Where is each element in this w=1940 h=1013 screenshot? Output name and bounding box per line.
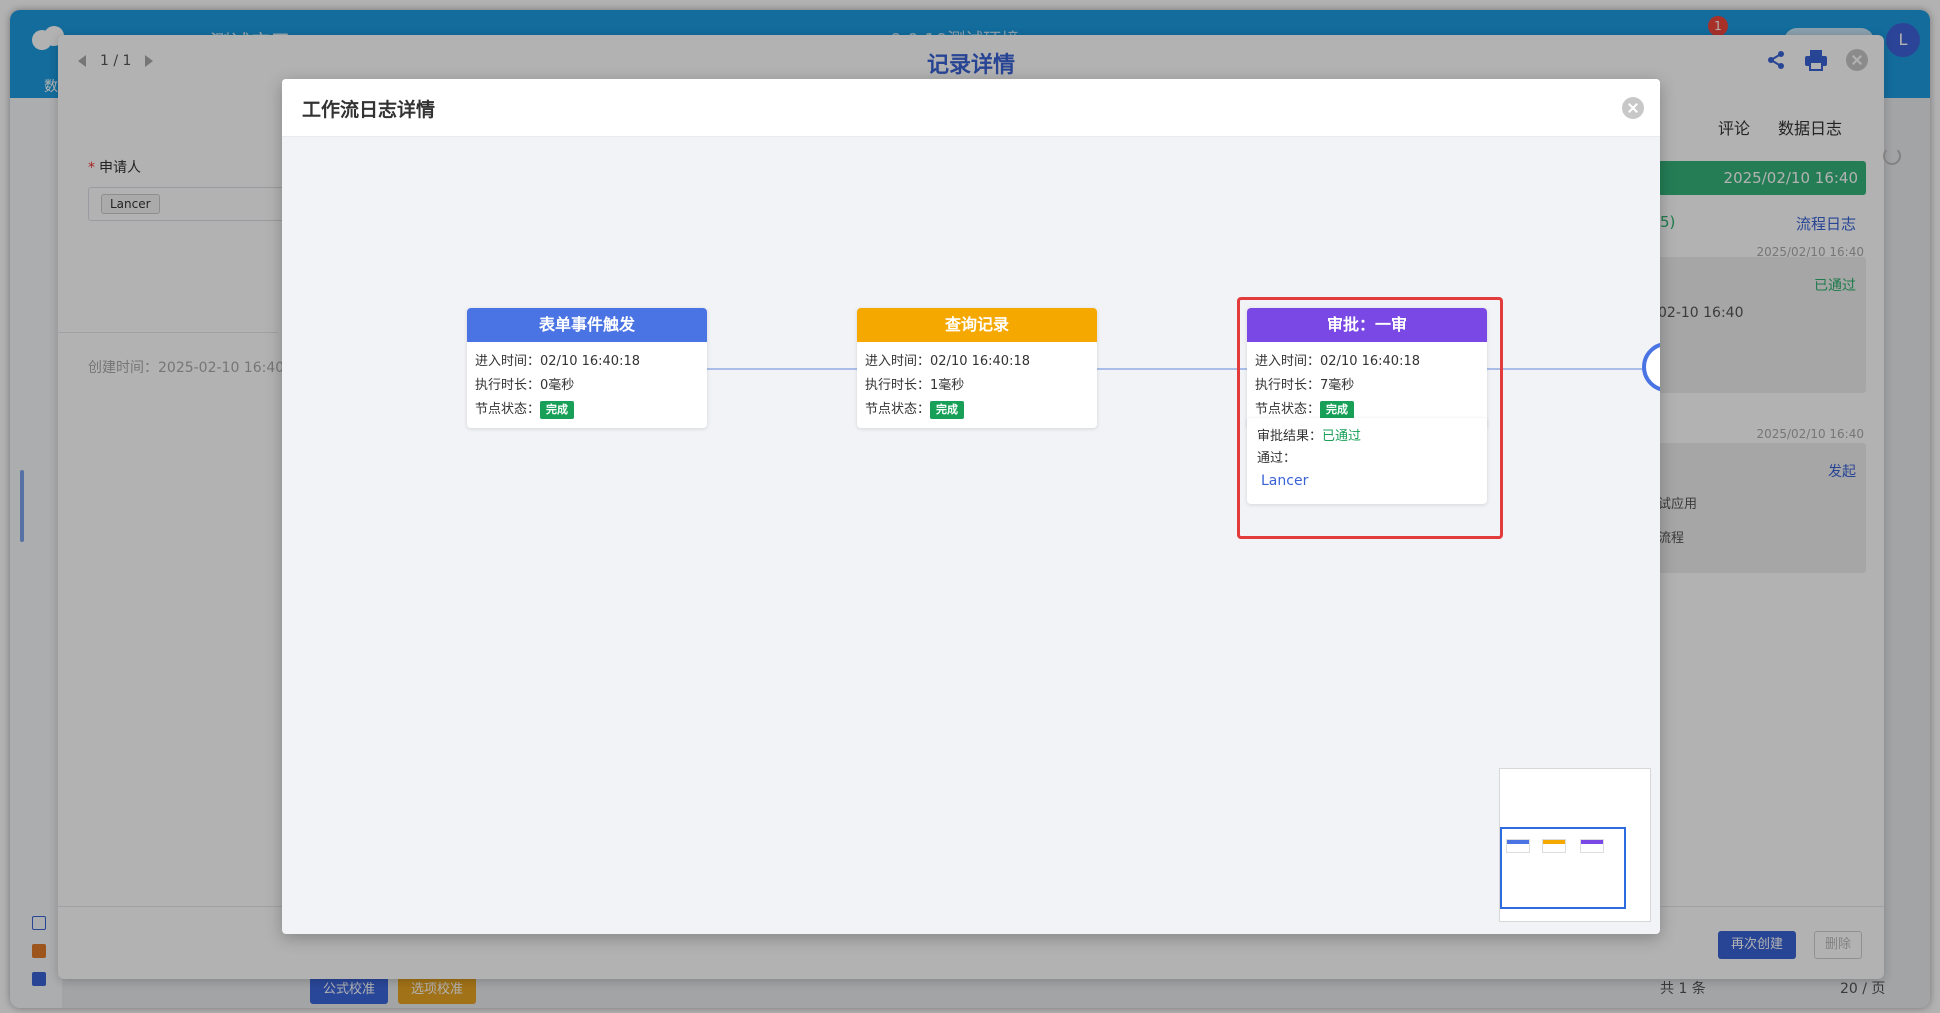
workflow-node-form-trigger[interactable]: 表单事件触发 进入时间：02/10 16:40:18 执行时长：0毫秒 节点状态…	[467, 308, 707, 428]
approved-by-label: 通过：	[1257, 451, 1297, 466]
node-title: 审批：一审	[1247, 308, 1487, 342]
duration-label: 执行时长：	[865, 378, 931, 393]
enter-time: 02/10 16:40:18	[540, 354, 640, 369]
status-label: 节点状态：	[865, 402, 931, 417]
workflow-log-modal: 工作流日志详情 表单事件触发 进入时间：02/10 16:40:18 执行时长：…	[282, 79, 1660, 934]
status-badge: 完成	[540, 400, 575, 419]
status-badge: 完成	[930, 400, 965, 419]
enter-time: 02/10 16:40:18	[930, 354, 1030, 369]
node-title: 查询记录	[857, 308, 1097, 342]
enter-time-label: 进入时间：	[865, 354, 931, 369]
flow-edge	[1487, 368, 1647, 370]
approval-result: 已通过	[1322, 429, 1362, 444]
status-label: 节点状态：	[475, 402, 541, 417]
enter-time-label: 进入时间：	[1255, 354, 1321, 369]
status-badge: 完成	[1320, 400, 1355, 419]
minimap-node	[1506, 839, 1530, 853]
workflow-node-query-record[interactable]: 查询记录 进入时间：02/10 16:40:18 执行时长：1毫秒 节点状态：完…	[857, 308, 1097, 428]
duration-label: 执行时长：	[1255, 378, 1321, 393]
flow-edge	[1097, 368, 1247, 370]
flow-edge	[707, 368, 857, 370]
next-node-partial[interactable]	[1642, 342, 1660, 392]
approver-link[interactable]: Lancer	[1261, 473, 1308, 489]
minimap[interactable]	[1499, 768, 1651, 922]
workflow-node-approval[interactable]: 审批：一审 进入时间：02/10 16:40:18 执行时长：7毫秒 节点状态：…	[1247, 308, 1487, 428]
approval-result-card: 审批结果：已通过 通过： Lancer	[1247, 418, 1487, 504]
enter-time: 02/10 16:40:18	[1320, 354, 1420, 369]
close-modal-icon[interactable]	[1622, 97, 1644, 119]
duration-label: 执行时长：	[475, 378, 541, 393]
minimap-node	[1542, 839, 1566, 853]
modal-header: 工作流日志详情	[282, 79, 1660, 137]
duration: 0毫秒	[540, 378, 575, 393]
duration: 1毫秒	[930, 378, 965, 393]
approval-result-label: 审批结果：	[1257, 429, 1323, 444]
duration: 7毫秒	[1320, 378, 1355, 393]
workflow-canvas[interactable]: 表单事件触发 进入时间：02/10 16:40:18 执行时长：0毫秒 节点状态…	[282, 137, 1660, 934]
minimap-node	[1580, 839, 1604, 853]
status-label: 节点状态：	[1255, 402, 1321, 417]
modal-title: 工作流日志详情	[302, 99, 436, 121]
enter-time-label: 进入时间：	[475, 354, 541, 369]
node-title: 表单事件触发	[467, 308, 707, 342]
